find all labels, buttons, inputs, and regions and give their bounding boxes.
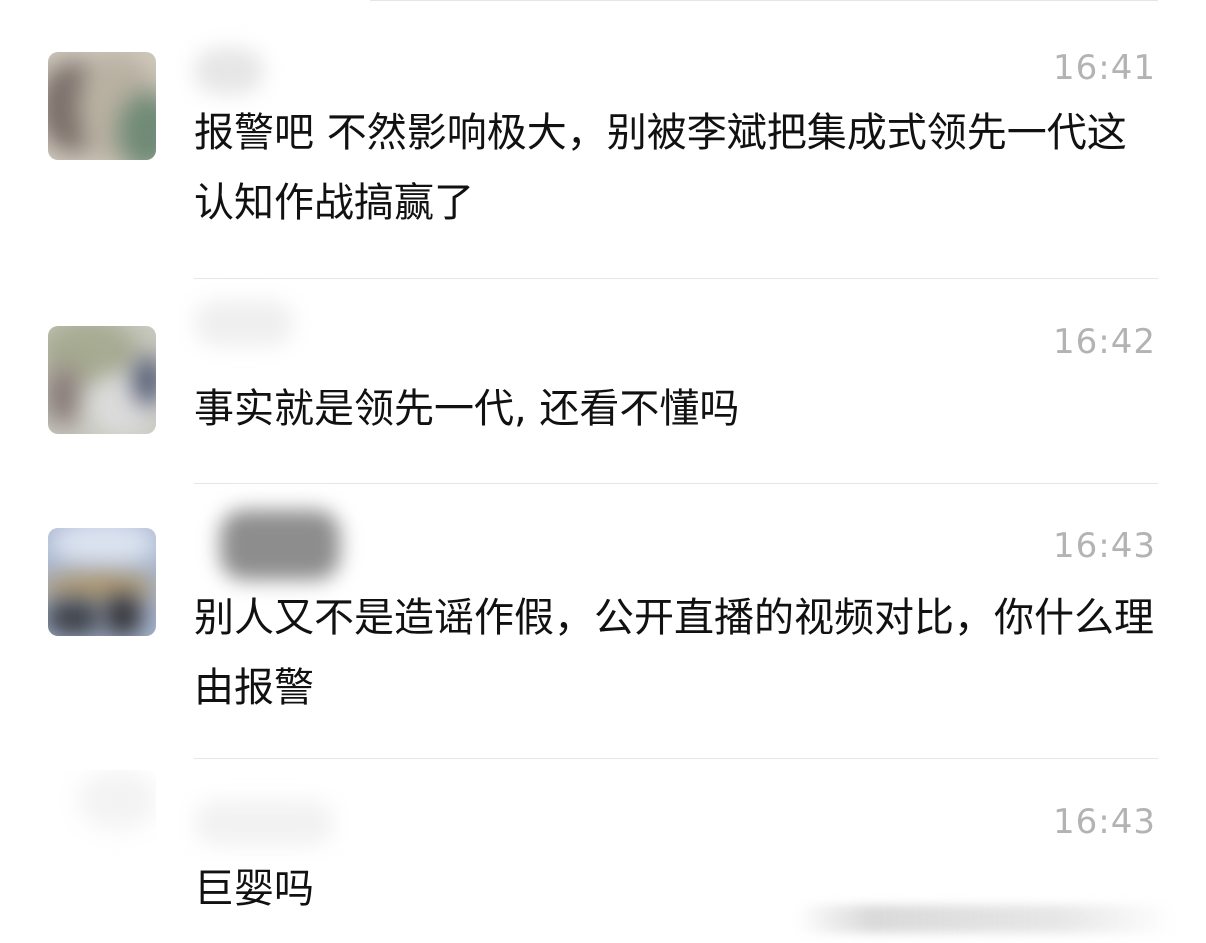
comment-time: 16:43 — [1053, 802, 1156, 842]
watermark — [795, 905, 1175, 933]
username-blurred[interactable] — [220, 510, 340, 580]
comment-time: 16:42 — [1053, 322, 1156, 362]
avatar[interactable] — [48, 528, 156, 636]
divider — [194, 278, 1158, 279]
divider — [194, 758, 1158, 759]
divider — [194, 483, 1158, 484]
comment-time: 16:41 — [1053, 48, 1156, 88]
comment-time: 16:43 — [1053, 526, 1156, 566]
avatar-blurred[interactable] — [48, 770, 156, 878]
top-divider — [370, 0, 1158, 1]
comment-text: 报警吧 不然影响极大，别被李斌把集成式领先一代这认知作战搞赢了 — [194, 110, 1127, 226]
username-blurred[interactable] — [194, 300, 294, 346]
avatar[interactable] — [48, 52, 156, 160]
username-blurred[interactable] — [194, 800, 334, 846]
comment-text: 别人又不是造谣作假，公开直播的视频对比，你什么理由报警 — [194, 595, 1154, 711]
username-blurred[interactable] — [194, 48, 264, 94]
avatar[interactable] — [48, 326, 156, 434]
comment-text: 事实就是领先一代, 还看不懂吗 — [194, 386, 740, 432]
